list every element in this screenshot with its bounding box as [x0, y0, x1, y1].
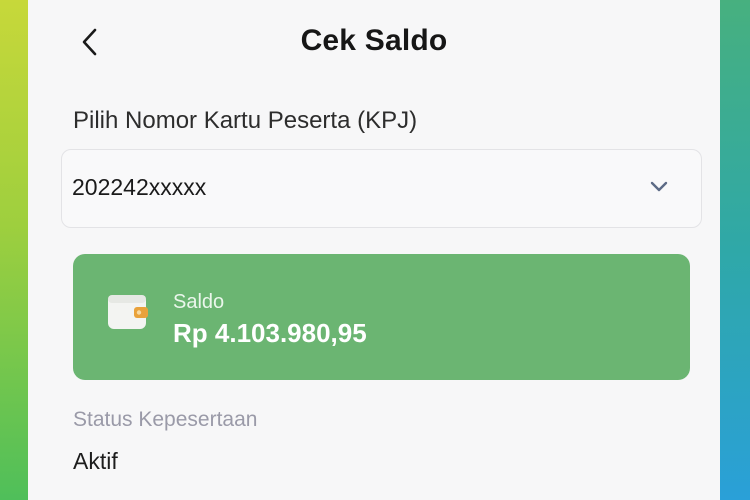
status-kepesertaan-label: Status Kepesertaan: [73, 408, 258, 431]
status-kepesertaan-value: Aktif: [73, 448, 118, 474]
back-button[interactable]: [72, 24, 108, 60]
saldo-label: Saldo: [173, 291, 225, 313]
chevron-left-icon: [82, 28, 97, 56]
kpj-field-label: Pilih Nomor Kartu Peserta (KPJ): [73, 107, 418, 134]
saldo-amount: Rp 4.103.980,95: [173, 318, 367, 348]
chevron-down-icon: [650, 181, 668, 192]
wallet-icon: [108, 295, 148, 329]
right-edge-decoration: [720, 0, 750, 500]
left-edge-decoration: [0, 0, 28, 500]
saldo-card: Saldo Rp 4.103.980,95: [73, 254, 690, 380]
page-title: Cek Saldo: [300, 24, 448, 57]
kpj-selected-value: 202242xxxxx: [72, 174, 207, 200]
cek-saldo-screen: Cek Saldo Pilih Nomor Kartu Peserta (KPJ…: [28, 0, 720, 500]
kpj-select[interactable]: 202242xxxxx: [61, 149, 702, 228]
